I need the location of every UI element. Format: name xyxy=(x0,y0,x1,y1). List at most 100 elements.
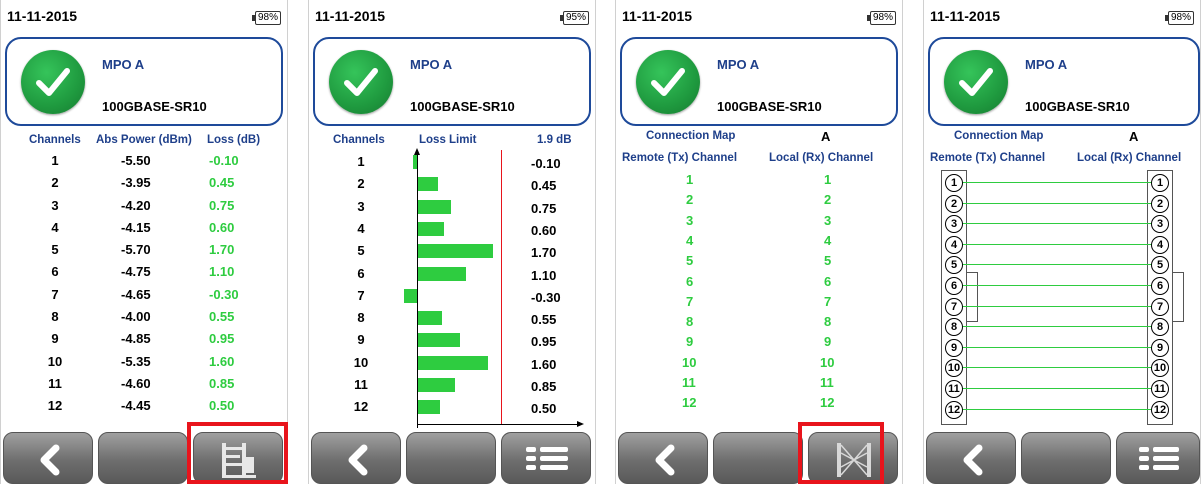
local-fiber: 11 xyxy=(1151,380,1169,398)
remote-connector-key xyxy=(966,272,978,322)
connection-line xyxy=(962,408,1154,410)
loss-value-label: -0.30 xyxy=(531,289,561,305)
back-button[interactable] xyxy=(311,432,401,484)
back-button[interactable] xyxy=(3,432,93,484)
blank-button[interactable] xyxy=(98,432,188,484)
table-row: 7 -4.65 -0.30 xyxy=(1,284,289,306)
loss-cell: 0.45 xyxy=(209,175,235,191)
blank-button[interactable] xyxy=(713,432,803,484)
highlight-box xyxy=(798,422,884,484)
loss-bar xyxy=(418,177,438,192)
back-button[interactable] xyxy=(618,432,708,484)
y-axis-arrow-icon xyxy=(414,148,420,155)
loss-cell: 0.95 xyxy=(209,331,235,347)
standard-label: 100GBASE-SR10 xyxy=(717,99,822,114)
loss-cell: 0.85 xyxy=(209,375,235,391)
blank-button[interactable] xyxy=(406,432,496,484)
channel-label: 10 xyxy=(353,354,369,370)
remote-channel: 10 xyxy=(682,354,697,370)
connection-line xyxy=(962,346,1154,348)
channel-cell: 2 xyxy=(51,175,59,191)
list-view-button[interactable] xyxy=(501,432,591,484)
channel-cell: 7 xyxy=(51,286,59,302)
remote-fiber: 2 xyxy=(945,194,963,213)
loss-cell: 1.70 xyxy=(209,242,235,258)
list-view-icon xyxy=(526,447,568,470)
table-row: 10 -5.35 1.60 xyxy=(1,351,289,373)
date-label: 11-11-2015 xyxy=(622,8,693,24)
channel-cell: 9 xyxy=(51,331,59,347)
remote-channel-header: Remote (Tx) Channel xyxy=(930,152,1046,164)
channel-label: 12 xyxy=(353,399,369,415)
blank-button[interactable] xyxy=(1021,432,1111,484)
table-row: 8 -4.00 0.55 xyxy=(1,306,289,328)
table-row: 5 -5.70 1.70 xyxy=(1,239,289,261)
channel-cell: 5 xyxy=(51,242,59,258)
toolbar xyxy=(616,422,904,484)
loss-bar xyxy=(418,333,460,348)
remote-fiber: 4 xyxy=(945,235,963,254)
abs-power-cell: -4.20 xyxy=(121,197,151,213)
remote-fiber: 11 xyxy=(945,380,963,398)
abs-power-cell: -4.85 xyxy=(121,331,151,347)
abs-power-cell: -5.70 xyxy=(121,242,151,258)
local-channel: 2 xyxy=(824,192,832,208)
abs-power-cell: -4.15 xyxy=(121,219,151,235)
battery-indicator: 98% xyxy=(866,11,896,25)
local-channel-header: Local (Rx) Channel xyxy=(1077,152,1182,164)
result-card[interactable]: MPO A 100GBASE-SR10 xyxy=(928,37,1200,126)
loss-bar xyxy=(418,378,456,392)
loss-bar xyxy=(403,288,417,303)
local-fiber: 6 xyxy=(1151,277,1169,295)
loss-value-label: 0.50 xyxy=(531,401,557,417)
header-abs-power: Abs Power (dBm) xyxy=(96,134,192,146)
local-fiber: 1 xyxy=(1151,174,1169,192)
list-view-icon xyxy=(1139,447,1179,470)
loss-cell: -0.10 xyxy=(209,153,239,168)
local-channel: 6 xyxy=(824,273,832,289)
abs-power-cell: -4.45 xyxy=(121,398,151,414)
connector-label: MPO A xyxy=(717,57,760,72)
loss-bar xyxy=(418,244,493,259)
local-channel: 8 xyxy=(824,314,832,330)
list-view-button[interactable] xyxy=(1116,432,1200,484)
channel-cell: 6 xyxy=(51,264,59,280)
abs-power-cell: -5.35 xyxy=(121,353,151,369)
channel-cell: 10 xyxy=(47,353,63,369)
loss-cell: 0.60 xyxy=(209,219,235,235)
channel-label: 6 xyxy=(357,265,365,281)
local-channel: 3 xyxy=(824,212,832,228)
loss-cell: 0.75 xyxy=(209,197,235,213)
abs-power-cell: -4.00 xyxy=(121,309,151,325)
local-channel-header: Local (Rx) Channel xyxy=(769,152,874,164)
chevron-left-icon xyxy=(655,444,675,476)
remote-channel: 3 xyxy=(686,212,694,228)
loss-cell: 0.50 xyxy=(209,398,235,414)
remote-channel: 4 xyxy=(686,232,694,248)
chevron-left-icon xyxy=(963,444,983,476)
connection-line xyxy=(962,264,1154,266)
remote-channel: 1 xyxy=(686,172,694,187)
panel-loss-chart: 11-11-2015 95% MPO A 100GBASE-SR10 Chann… xyxy=(308,0,596,484)
remote-channel: 6 xyxy=(686,273,694,289)
connection-map-title: Connection Map xyxy=(954,130,1044,142)
loss-cell: -0.30 xyxy=(209,286,239,302)
loss-value-label: 1.10 xyxy=(531,267,557,283)
local-channel: 5 xyxy=(824,253,832,269)
abs-power-cell: -4.65 xyxy=(121,286,151,302)
result-card[interactable]: MPO A 100GBASE-SR10 xyxy=(620,37,898,126)
loss-cell: 1.10 xyxy=(209,264,235,280)
result-card[interactable]: MPO A 100GBASE-SR10 xyxy=(5,37,283,126)
table-row: 4 -4.15 0.60 xyxy=(1,217,289,239)
channel-label: 11 xyxy=(354,377,368,392)
channel-label: 7 xyxy=(357,287,365,303)
channel-cell: 11 xyxy=(48,375,62,391)
table-row: 1 -5.50 -0.10 xyxy=(1,150,289,172)
channel-cell: 3 xyxy=(51,197,59,213)
remote-fiber: 7 xyxy=(945,297,963,316)
battery-indicator: 98% xyxy=(1164,11,1194,25)
back-button[interactable] xyxy=(926,432,1016,484)
connector-label: MPO A xyxy=(1025,57,1068,72)
loss-bar xyxy=(418,199,451,214)
remote-fiber: 1 xyxy=(945,174,963,192)
